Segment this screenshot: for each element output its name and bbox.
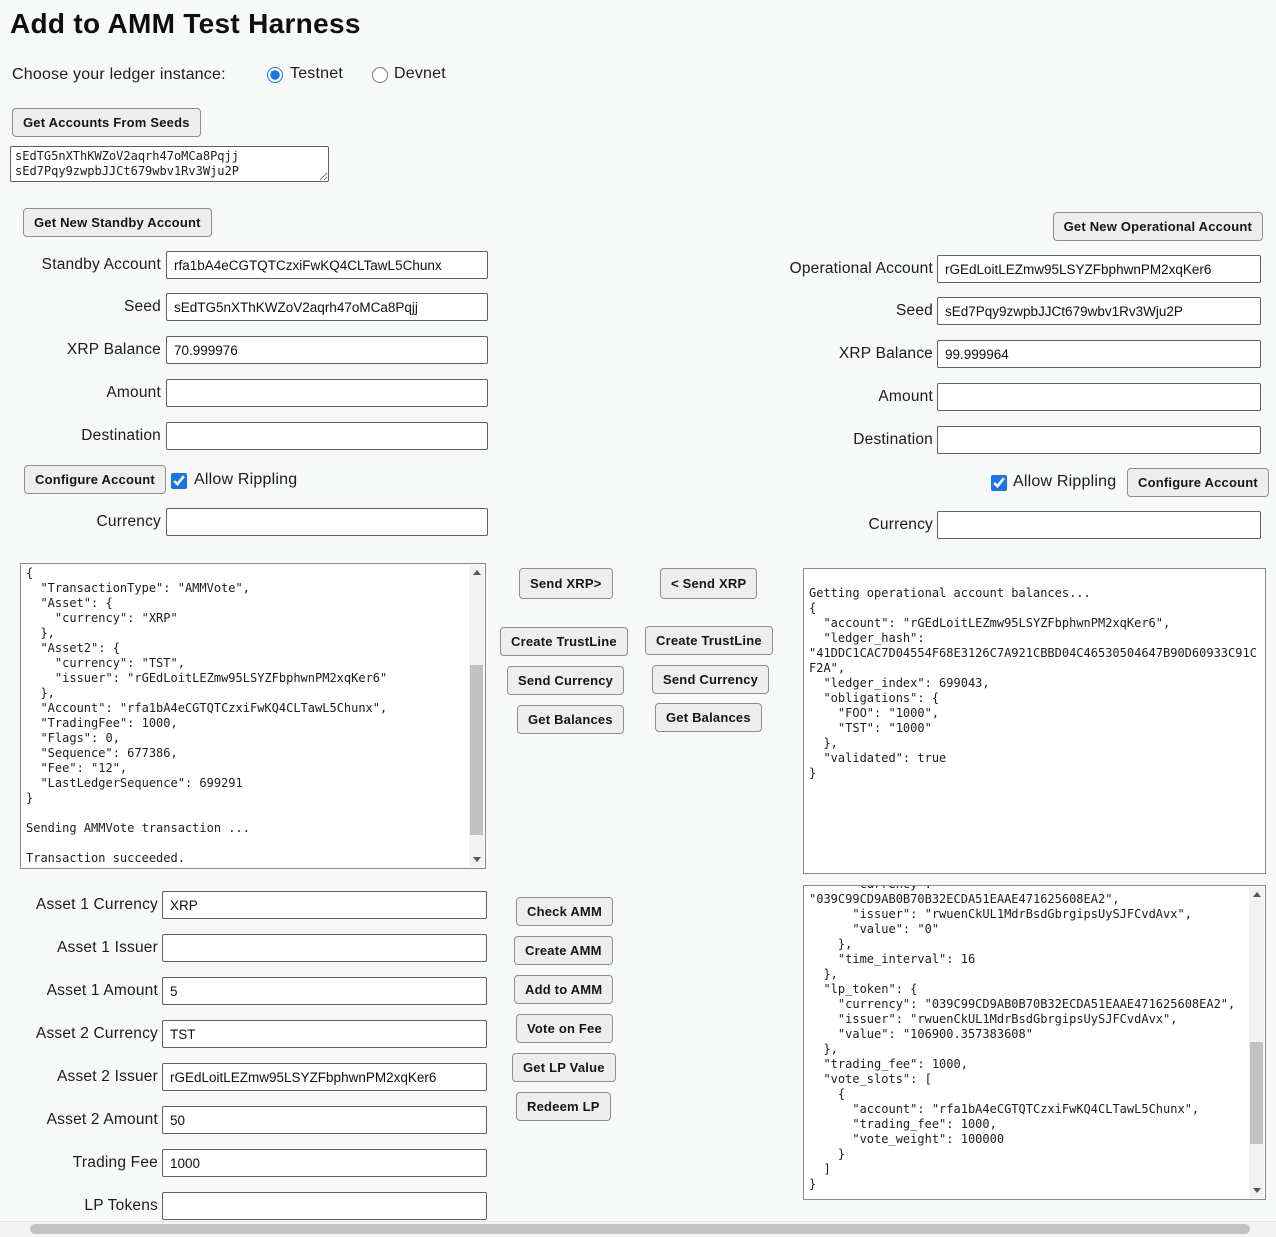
- standby-xrp-balance-input[interactable]: [166, 336, 488, 364]
- operational-allow-rippling-label[interactable]: Allow Rippling: [1013, 473, 1116, 491]
- operational-account-label: Operational Account: [600, 260, 933, 278]
- asset1-amount-label: Asset 1 Amount: [0, 982, 158, 1000]
- get-accounts-from-seeds-button[interactable]: Get Accounts From Seeds: [12, 108, 201, 137]
- standby-amount-label: Amount: [0, 384, 161, 402]
- operational-results-textarea[interactable]: Getting operational account balances... …: [803, 568, 1266, 874]
- create-amm-button[interactable]: Create AMM: [514, 936, 613, 965]
- operational-results-text: Getting operational account balances... …: [804, 569, 1265, 783]
- vote-on-fee-button[interactable]: Vote on Fee: [516, 1014, 613, 1043]
- standby-create-trustline-button[interactable]: Create TrustLine: [500, 627, 628, 656]
- get-new-standby-account-button[interactable]: Get New Standby Account: [23, 208, 212, 237]
- operational-destination-input[interactable]: [937, 426, 1261, 454]
- standby-amount-input[interactable]: [166, 379, 488, 407]
- operational-xrp-balance-input[interactable]: [937, 340, 1261, 368]
- standby-xrp-balance-label: XRP Balance: [0, 341, 161, 359]
- trading-fee-label: Trading Fee: [0, 1154, 158, 1172]
- check-amm-button[interactable]: Check AMM: [516, 897, 613, 926]
- standby-allow-rippling-checkbox[interactable]: [171, 473, 187, 489]
- testnet-radio-label[interactable]: Testnet: [290, 65, 343, 83]
- add-to-amm-button[interactable]: Add to AMM: [514, 975, 613, 1004]
- standby-configure-account-button[interactable]: Configure Account: [24, 465, 166, 494]
- operational-send-xrp-button[interactable]: < Send XRP: [660, 568, 757, 599]
- asset1-issuer-label: Asset 1 Issuer: [0, 939, 158, 957]
- operational-amount-input[interactable]: [937, 383, 1261, 411]
- scrollbar-thumb[interactable]: [1250, 1042, 1263, 1144]
- page-horizontal-scrollbar-thumb[interactable]: [30, 1224, 1250, 1234]
- standby-seed-input[interactable]: [166, 293, 488, 321]
- devnet-radio-label[interactable]: Devnet: [394, 65, 446, 83]
- scrollbar-up-arrow-icon[interactable]: [469, 565, 484, 580]
- devnet-radio[interactable]: [372, 67, 388, 83]
- standby-seed-label: Seed: [0, 298, 161, 316]
- asset2-amount-label: Asset 2 Amount: [0, 1111, 158, 1129]
- standby-account-label: Standby Account: [0, 256, 161, 274]
- get-lp-value-button[interactable]: Get LP Value: [512, 1053, 616, 1082]
- scrollbar-down-arrow-icon[interactable]: [469, 852, 484, 867]
- standby-currency-input[interactable]: [166, 508, 488, 536]
- standby-allow-rippling-label[interactable]: Allow Rippling: [194, 471, 297, 489]
- asset2-issuer-input[interactable]: [162, 1063, 487, 1091]
- operational-send-currency-button[interactable]: Send Currency: [652, 665, 769, 694]
- amm-results-textarea[interactable]: "currency": "039C99CD9AB0B70B32ECDA51EAA…: [803, 885, 1266, 1200]
- standby-results-scrollbar[interactable]: [469, 565, 484, 867]
- standby-account-input[interactable]: [166, 251, 488, 279]
- standby-destination-label: Destination: [0, 427, 161, 445]
- scrollbar-thumb[interactable]: [470, 665, 483, 835]
- amm-test-harness-page: Add to AMM Test Harness Choose your ledg…: [0, 0, 1276, 1237]
- operational-get-balances-button[interactable]: Get Balances: [655, 703, 762, 732]
- standby-results-text: { "TransactionType": "AMMVote", "Asset":…: [21, 564, 485, 868]
- operational-xrp-balance-label: XRP Balance: [600, 345, 933, 363]
- standby-get-balances-button[interactable]: Get Balances: [517, 705, 624, 734]
- operational-seed-input[interactable]: [937, 297, 1261, 325]
- operational-create-trustline-button[interactable]: Create TrustLine: [645, 626, 773, 655]
- ledger-instance-label: Choose your ledger instance:: [12, 66, 226, 84]
- operational-destination-label: Destination: [600, 431, 933, 449]
- asset1-amount-input[interactable]: [162, 977, 487, 1005]
- standby-destination-input[interactable]: [166, 422, 488, 450]
- standby-currency-label: Currency: [0, 513, 161, 531]
- asset1-issuer-input[interactable]: [162, 934, 487, 962]
- operational-allow-rippling-checkbox[interactable]: [991, 475, 1007, 491]
- asset2-currency-input[interactable]: [162, 1020, 487, 1048]
- asset2-issuer-label: Asset 2 Issuer: [0, 1068, 158, 1086]
- operational-account-input[interactable]: [937, 255, 1261, 283]
- operational-currency-input[interactable]: [937, 511, 1261, 539]
- amm-results-scrollbar[interactable]: [1249, 887, 1264, 1198]
- asset1-currency-label: Asset 1 Currency: [0, 896, 158, 914]
- amm-results-text: "currency": "039C99CD9AB0B70B32ECDA51EAA…: [804, 885, 1265, 1194]
- get-new-operational-account-button[interactable]: Get New Operational Account: [1053, 212, 1263, 241]
- operational-seed-label: Seed: [600, 302, 933, 320]
- redeem-lp-button[interactable]: Redeem LP: [516, 1092, 611, 1121]
- operational-configure-account-button[interactable]: Configure Account: [1127, 468, 1269, 497]
- asset2-currency-label: Asset 2 Currency: [0, 1025, 158, 1043]
- testnet-radio[interactable]: [267, 67, 283, 83]
- lp-tokens-label: LP Tokens: [0, 1197, 158, 1215]
- scrollbar-up-arrow-icon[interactable]: [1249, 887, 1264, 902]
- standby-send-currency-button[interactable]: Send Currency: [507, 666, 624, 695]
- operational-amount-label: Amount: [600, 388, 933, 406]
- standby-results-textarea[interactable]: { "TransactionType": "AMMVote", "Asset":…: [20, 563, 486, 869]
- standby-send-xrp-button[interactable]: Send XRP>: [519, 568, 613, 599]
- asset1-currency-input[interactable]: [162, 891, 487, 919]
- scrollbar-down-arrow-icon[interactable]: [1249, 1183, 1264, 1198]
- asset2-amount-input[interactable]: [162, 1106, 487, 1134]
- trading-fee-input[interactable]: [162, 1149, 487, 1177]
- page-title: Add to AMM Test Harness: [10, 8, 361, 40]
- lp-tokens-input[interactable]: [162, 1192, 487, 1220]
- seeds-textarea[interactable]: sEdTG5nXThKWZoV2aqrh47oMCa8Pqjj sEd7Pqy9…: [10, 146, 329, 182]
- operational-currency-label: Currency: [600, 516, 933, 534]
